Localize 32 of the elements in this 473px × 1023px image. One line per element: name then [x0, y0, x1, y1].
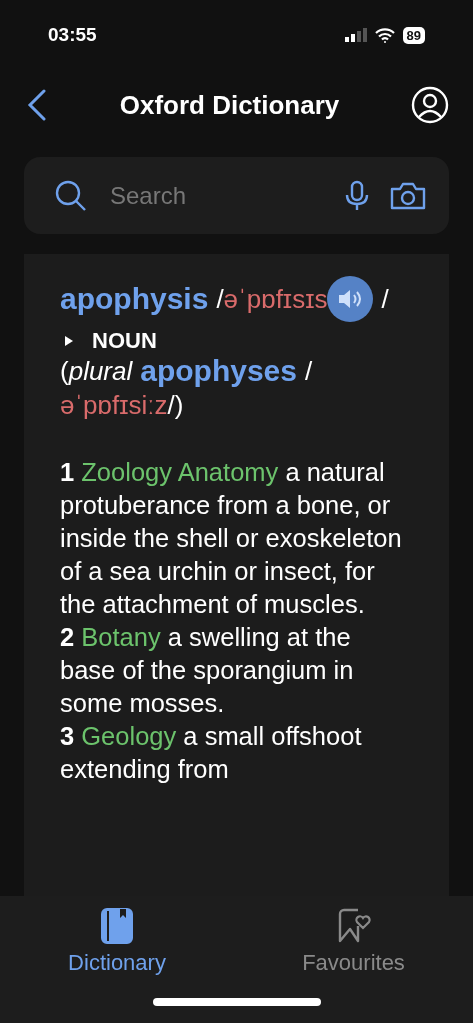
tab[interactable]: Favourites	[294, 908, 413, 976]
triangle-icon[interactable]	[64, 335, 74, 347]
back-icon[interactable]	[26, 89, 48, 121]
punctuation: (	[60, 355, 69, 388]
screen-title: Oxford Dictionary	[119, 89, 340, 121]
sense-definition: 1 Zoology Anatomy a natural protuberance from a bone, or inside the shell or exoskeleton of a sea urchin or insect, for the attachment of muscles.	[60, 457, 403, 620]
book-icon	[101, 908, 133, 944]
tab[interactable]: Dictionary	[60, 908, 174, 976]
signal-icon	[344, 28, 367, 42]
punctuation: /)	[167, 389, 184, 422]
search-input[interactable]: Search	[108, 180, 325, 211]
headword: apophyses	[140, 354, 297, 388]
camera-icon[interactable]	[389, 180, 427, 211]
battery-level: 89	[402, 26, 425, 44]
punctuation: /	[216, 283, 224, 316]
audio-button[interactable]	[327, 276, 374, 322]
headword: apophysis	[60, 282, 209, 316]
sense-definition: 3 Geology a small offshoot extending from	[60, 721, 363, 785]
wifi-icon	[374, 27, 395, 43]
speaker-icon	[337, 288, 364, 310]
status-time: 03:55	[48, 24, 97, 46]
part-of-speech: NOUN	[92, 328, 157, 354]
grammar-label: plural	[68, 355, 133, 388]
pronunciation: əˈpɒfɪsɪs	[223, 283, 328, 316]
microphone-icon[interactable]	[345, 179, 369, 212]
pronunciation: əˈpɒfɪsiːz	[60, 389, 168, 422]
search-icon	[54, 178, 88, 213]
punctuation: /	[305, 355, 313, 388]
search-field[interactable]: Search	[24, 157, 449, 234]
punctuation: /	[381, 283, 389, 316]
sense-definition: 2 Botany a swelling at the base of the sporangium in some mosses.	[60, 622, 355, 719]
profile-icon[interactable]	[411, 86, 449, 124]
